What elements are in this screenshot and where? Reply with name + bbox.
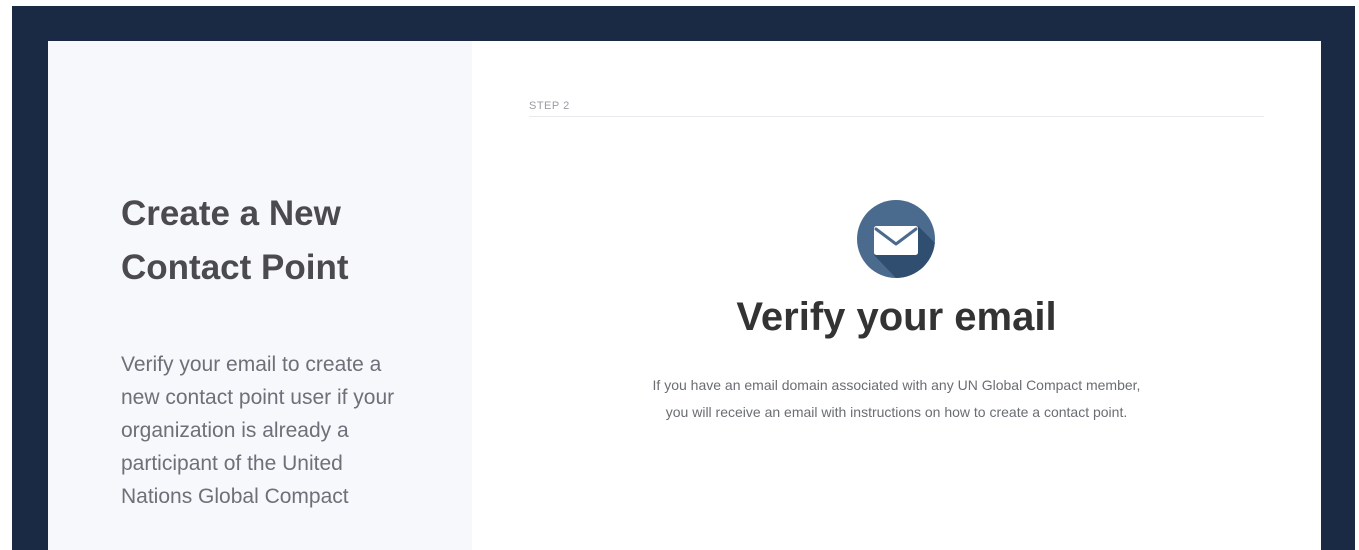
step-indicator: STEP 2: [529, 100, 570, 112]
page-description: Verify your email to create a new contac…: [121, 353, 395, 508]
left-info-panel: Create a New Contact Point Verify your e…: [48, 41, 472, 550]
envelope-icon-graphic: [857, 200, 935, 278]
verification-panel: STEP 2 Verify your email If you have an …: [472, 41, 1321, 550]
step-divider: [529, 116, 1264, 117]
page-title: Create a New Contact Point: [121, 194, 349, 287]
envelope-body: [874, 226, 918, 255]
verify-heading: Verify your email: [736, 295, 1057, 339]
verify-message-line-1: If you have an email domain associated w…: [652, 377, 1141, 393]
verify-message-line-2: you will receive an email with instructi…: [665, 404, 1128, 420]
envelope-icon: [857, 200, 935, 278]
contact-point-card: Create a New Contact Point Verify your e…: [48, 41, 1321, 550]
verify-message: If you have an email domain associated w…: [472, 372, 1321, 426]
